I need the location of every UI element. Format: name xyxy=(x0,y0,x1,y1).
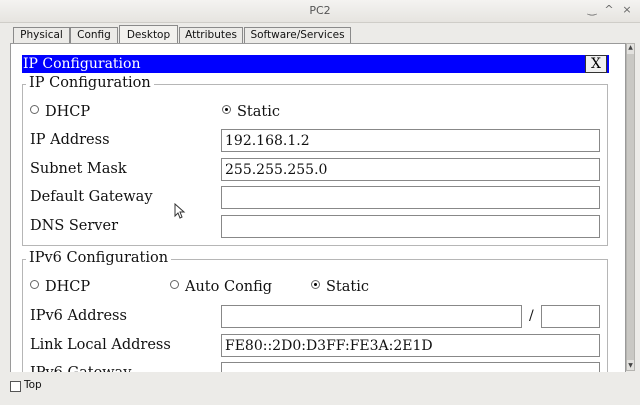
default-gateway-label: Default Gateway xyxy=(30,189,153,205)
ipv6-static-radio[interactable]: Static xyxy=(311,279,369,295)
mouse-pointer-icon xyxy=(174,203,186,219)
desktop-panel: IP Configuration X IP Configuration DHCP… xyxy=(10,43,626,373)
ipv6-static-label: Static xyxy=(326,279,369,295)
scroll-thumb[interactable] xyxy=(627,54,634,360)
minimize-icon[interactable]: ‿ xyxy=(585,3,599,17)
tab-software-services[interactable]: Software/Services xyxy=(244,27,351,43)
tab-attributes[interactable]: Attributes xyxy=(179,27,243,43)
dns-server-label: DNS Server xyxy=(30,218,119,234)
top-checkbox[interactable] xyxy=(10,381,21,392)
tab-physical[interactable]: Physical xyxy=(13,27,70,43)
ipv4-dhcp-label: DHCP xyxy=(45,104,91,120)
link-local-label: Link Local Address xyxy=(30,337,171,353)
ip-address-label: IP Address xyxy=(30,132,110,148)
dialog-close-button[interactable]: X xyxy=(585,55,607,73)
top-checkbox-label: Top xyxy=(24,379,42,391)
radio-selected-icon xyxy=(311,280,320,289)
scroll-up-icon[interactable]: ▲ xyxy=(627,44,634,52)
ipv6-address-label: IPv6 Address xyxy=(30,308,127,324)
dns-server-field[interactable] xyxy=(221,215,600,238)
subnet-mask-label: Subnet Mask xyxy=(30,161,127,177)
radio-icon xyxy=(170,280,179,289)
close-window-icon[interactable]: × xyxy=(620,3,634,17)
ipv4-legend: IP Configuration xyxy=(26,75,154,91)
tab-desktop[interactable]: Desktop xyxy=(119,25,178,44)
radio-selected-icon xyxy=(222,105,231,114)
radio-icon xyxy=(30,280,39,289)
tab-config[interactable]: Config xyxy=(70,27,118,43)
ipv4-static-label: Static xyxy=(237,104,280,120)
ipv6-auto-config-radio[interactable]: Auto Config xyxy=(170,279,272,295)
prefix-length-field[interactable] xyxy=(541,305,600,328)
ip-address-field[interactable]: 192.168.1.2 xyxy=(221,129,600,152)
ipv6-legend: IPv6 Configuration xyxy=(26,250,172,266)
vertical-scrollbar[interactable]: ▲ ▼ xyxy=(626,43,635,371)
bottom-bar xyxy=(0,372,640,405)
ipv6-dhcp-label: DHCP xyxy=(45,279,91,295)
prefix-separator: / xyxy=(529,308,534,324)
ipv4-static-radio[interactable]: Static xyxy=(222,104,280,120)
ipv6-auto-label: Auto Config xyxy=(185,279,273,295)
default-gateway-field[interactable] xyxy=(221,186,600,209)
link-local-field[interactable]: FE80::2D0:D3FF:FE3A:2E1D xyxy=(221,334,600,357)
dialog-header: IP Configuration X xyxy=(22,55,609,73)
subnet-mask-field[interactable]: 255.255.255.0 xyxy=(221,158,600,181)
dialog-title: IP Configuration xyxy=(23,56,141,72)
ipv4-dhcp-radio[interactable]: DHCP xyxy=(30,104,90,120)
maximize-icon[interactable]: ^ xyxy=(602,3,616,17)
window-titlebar: PC2 ‿ ^ × xyxy=(0,0,640,23)
ipv6-address-field[interactable] xyxy=(221,305,522,328)
ipv6-dhcp-radio[interactable]: DHCP xyxy=(30,279,90,295)
scroll-down-icon[interactable]: ▼ xyxy=(627,362,634,370)
radio-icon xyxy=(30,105,39,114)
window-title: PC2 xyxy=(309,4,331,17)
